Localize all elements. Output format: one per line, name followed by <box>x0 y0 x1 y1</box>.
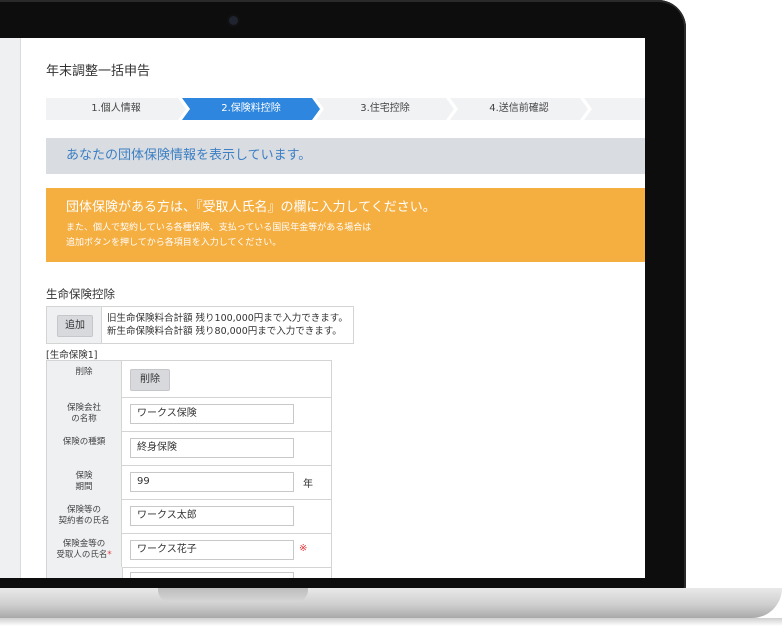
step-housing-deduction[interactable]: 3.住宅控除 <box>316 98 454 120</box>
period-label-line-2: 期間 <box>75 482 93 492</box>
period-label: 保険 期間 <box>47 465 122 499</box>
delete-label: 削除 <box>47 361 122 397</box>
contractor-label-line-1: 保険等の <box>66 505 101 515</box>
recipient-label: 保険金等の 受取人の氏名* <box>47 533 122 567</box>
group-label-life-insurance-1: [生命保険1] <box>46 350 98 361</box>
laptop-base <box>0 588 782 618</box>
step-label: 1.個人情報 <box>91 103 141 114</box>
next-row-label <box>47 567 123 578</box>
warning-banner: 団体保険がある方は、『受取人氏名』の欄に入力してください。 また、個人で契約して… <box>46 188 645 262</box>
warning-sub-line-2: 追加ボタンを押してから各項目を入力してください。 <box>66 238 282 248</box>
period-label-line-1: 保険 <box>75 471 93 481</box>
page-title: 年末調整一括申告 <box>46 64 151 79</box>
step-progress: 1.個人情報 2.保険料控除 3.住宅控除 4.送信前確認 5. <box>46 98 645 120</box>
laptop-notch <box>158 588 308 602</box>
life-insurance-form: 削除 削除 保険会社 の名称 ワークス保険 保険の種類 終身保険 保険 期間 99 <box>46 360 332 578</box>
new-limit-text: 新生命保険料合計額 残り80,000円まで入力できます。 <box>107 326 342 337</box>
period-unit: 年 <box>303 479 313 490</box>
step-five[interactable]: 5. <box>584 98 645 120</box>
required-mark: ※ <box>299 543 308 554</box>
warning-sub-line-1: また、個人で契約している各種保険、支払っている国民年金等がある場合は <box>66 223 372 233</box>
step-pre-submit-check[interactable]: 4.送信前確認 <box>450 98 588 120</box>
delete-button[interactable]: 削除 <box>130 369 170 391</box>
company-name-input[interactable]: ワークス保険 <box>130 404 294 424</box>
step-label: 3.住宅控除 <box>360 103 410 114</box>
old-limit-text: 旧生命保険料合計額 残り100,000円まで入力できます。 <box>107 313 348 324</box>
type-row: 保険の種類 終身保険 <box>47 431 331 466</box>
recipient-row: 保険金等の 受取人の氏名* ワークス花子 ※ <box>47 533 331 568</box>
step-label: 2.保険料控除 <box>221 103 281 114</box>
laptop-screen: 年末調整一括申告 1.個人情報 2.保険料控除 3.住宅控除 4.送信前確認 5… <box>0 38 645 578</box>
next-row-partial <box>47 567 331 578</box>
laptop-lid: 年末調整一括申告 1.個人情報 2.保険料控除 3.住宅控除 4.送信前確認 5… <box>0 0 686 592</box>
required-asterisk: * <box>107 550 112 560</box>
remaining-limits: 旧生命保険料合計額 残り100,000円まで入力できます。 新生命保険料合計額 … <box>107 312 348 338</box>
floor-shadow <box>0 618 782 626</box>
step-personal-info[interactable]: 1.個人情報 <box>46 98 186 120</box>
contractor-name-input[interactable]: ワークス太郎 <box>130 506 294 526</box>
recipient-label-line-2: 受取人の氏名 <box>56 550 108 560</box>
company-label-line-1: 保険会社 <box>66 403 101 413</box>
type-label: 保険の種類 <box>47 431 122 465</box>
contractor-row: 保険等の 契約者の氏名 ワークス太郎 <box>47 499 331 534</box>
add-insurance-box: 追加 旧生命保険料合計額 残り100,000円まで入力できます。 新生命保険料合… <box>46 306 354 344</box>
company-label-line-2: の名称 <box>71 414 97 424</box>
next-row-input[interactable] <box>130 572 294 578</box>
add-button-cell: 追加 <box>47 307 102 343</box>
add-button[interactable]: 追加 <box>57 315 93 337</box>
step-label: 4.送信前確認 <box>489 103 549 114</box>
contractor-label-line-2: 契約者の氏名 <box>58 516 110 526</box>
section-title-life-insurance: 生命保険控除 <box>46 287 115 301</box>
info-banner: あなたの団体保険情報を表示しています。 <box>46 138 645 174</box>
warning-main-text: 団体保険がある方は、『受取人氏名』の欄に入力してください。 <box>66 200 436 215</box>
recipient-name-input[interactable]: ワークス花子 <box>130 540 294 560</box>
recipient-label-line-1: 保険金等の <box>62 539 106 549</box>
delete-row: 削除 削除 <box>47 361 331 398</box>
company-row: 保険会社 の名称 ワークス保険 <box>47 397 331 432</box>
camera-icon <box>229 16 238 25</box>
contractor-label: 保険等の 契約者の氏名 <box>47 499 122 533</box>
insurance-period-input[interactable]: 99 <box>130 472 294 492</box>
insurance-type-input[interactable]: 終身保険 <box>130 438 294 458</box>
period-row: 保険 期間 99 年 <box>47 465 331 500</box>
company-label: 保険会社 の名称 <box>47 397 122 431</box>
step-insurance-deduction[interactable]: 2.保険料控除 <box>182 98 320 120</box>
sidebar-strip <box>0 38 21 578</box>
